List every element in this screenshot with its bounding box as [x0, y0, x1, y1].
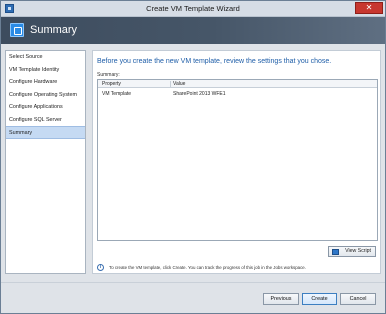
create-button[interactable]: Create — [302, 293, 337, 305]
nav-item-configure-hardware[interactable]: Configure Hardware — [6, 76, 85, 89]
view-script-button[interactable]: View Script — [328, 246, 376, 257]
page-title: Summary — [30, 24, 78, 36]
close-button[interactable]: ✕ — [355, 2, 383, 14]
nav-item-vm-template-identity[interactable]: VM Template Identity — [6, 64, 85, 77]
summary-grid: Property Value VM Template SharePoint 20… — [97, 79, 378, 241]
cell-value: SharePoint 2013 WFE1 — [173, 91, 226, 97]
title-bar: Create VM Template Wizard ✕ — [1, 1, 385, 17]
wizard-window: Create VM Template Wizard ✕ Summary Sele… — [0, 0, 386, 314]
template-icon — [10, 23, 24, 37]
table-row[interactable]: VM Template SharePoint 2013 WFE1 — [98, 90, 377, 98]
column-header-value[interactable]: Value — [170, 81, 185, 87]
main-panel: Before you create the new VM template, r… — [92, 50, 381, 274]
nav-item-configure-operating-system[interactable]: Configure Operating System — [6, 89, 85, 102]
info-text: To create the VM template, click Create.… — [109, 265, 306, 270]
cell-property: VM Template — [102, 91, 132, 97]
main-heading: Before you create the new VM template, r… — [97, 58, 332, 65]
summary-label: Summary: — [97, 72, 120, 78]
column-header-property[interactable]: Property — [102, 81, 121, 87]
grid-header: Property Value — [98, 80, 377, 88]
nav-item-configure-applications[interactable]: Configure Applications — [6, 101, 85, 114]
cancel-button[interactable]: Cancel — [340, 293, 376, 305]
previous-button[interactable]: Previous — [263, 293, 299, 305]
script-icon — [332, 249, 339, 255]
nav-item-select-source[interactable]: Select Source — [6, 51, 85, 64]
footer-divider — [1, 282, 385, 283]
wizard-steps-nav: Select Source VM Template Identity Confi… — [5, 50, 86, 274]
window-title: Create VM Template Wizard — [146, 4, 240, 13]
nav-item-summary[interactable]: Summary — [6, 126, 85, 139]
nav-item-configure-sql-server[interactable]: Configure SQL Server — [6, 114, 85, 127]
info-message: i To create the VM template, click Creat… — [97, 264, 378, 272]
wizard-header: Summary — [1, 17, 385, 44]
view-script-label: View Script — [345, 248, 371, 254]
info-icon: i — [97, 264, 104, 271]
